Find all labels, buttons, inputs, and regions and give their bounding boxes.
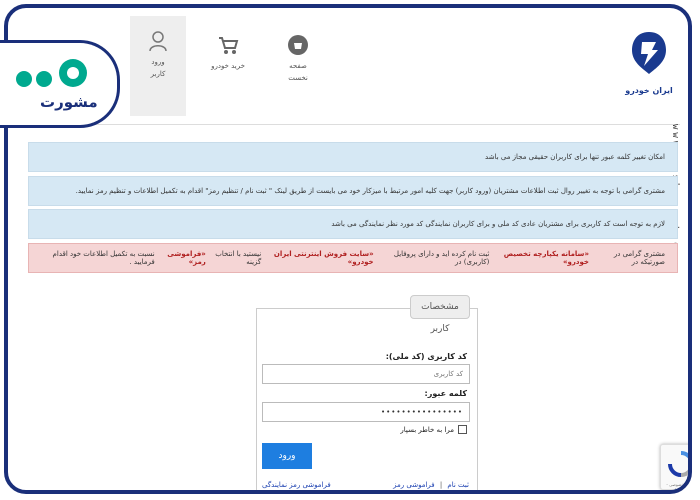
register-link[interactable]: ثبت نام — [447, 481, 469, 489]
alert-bold-1: «سامانه یکپارچه تخصیص خودرو» — [503, 250, 589, 266]
alert-text-3: نیستید با انتخاب گزینه — [215, 250, 262, 266]
mashwerat-logo-icon — [16, 59, 87, 87]
password-input[interactable]: •••••••••••••••• — [262, 402, 470, 422]
remember-me-checkbox[interactable] — [458, 425, 467, 434]
alert-bold-3: «فراموشی رمز» — [167, 250, 206, 266]
iran-khodro-logo[interactable]: ایران خودرو — [624, 28, 674, 95]
nav-home[interactable]: صفحه نخست — [268, 26, 328, 106]
login-button[interactable]: ورود — [262, 443, 312, 469]
forgot-password-link[interactable]: فراموشی رمز — [393, 481, 434, 489]
nav-user-sublabel: کاربر — [150, 70, 166, 78]
remember-me-label: مرا به خاطر بسپار — [400, 425, 454, 434]
password-label: کلمه عبور: — [424, 389, 467, 398]
home-icon — [288, 35, 308, 55]
header-divider — [18, 124, 680, 125]
account-links: ثبت نام | فراموشی رمز — [393, 481, 469, 489]
nav-user-login[interactable]: ورود کاربر — [130, 16, 186, 116]
recaptcha-footer[interactable]: حریم خصوصی - شرایط — [660, 482, 688, 490]
alert-text-1: مشتری گرامی در صورتیکه در — [613, 250, 665, 266]
agent-forgot-password-link[interactable]: فراموشی رمز نمایندگی — [262, 481, 331, 489]
mashwerat-badge: مشورت — [0, 40, 120, 128]
nav-home-label: صفحه — [289, 62, 307, 70]
notice-password-change: امکان تغییر کلمه عبور تنها برای کاربران … — [28, 142, 678, 172]
nav-user-label: ورود — [151, 58, 165, 66]
login-panel: مشخصات کاربر کد کاربری (کد ملی): کلمه عب… — [256, 295, 478, 490]
mashwerat-brand-text: مشورت — [40, 93, 98, 111]
nav-buy-car-label: خرید خودرو — [211, 62, 245, 70]
link-separator: | — [439, 481, 443, 489]
username-input[interactable] — [262, 364, 470, 384]
login-panel-title: مشخصات کاربر — [410, 295, 470, 334]
nav-buy-car[interactable]: خرید خودرو — [198, 26, 258, 106]
remember-me[interactable]: مرا به خاطر بسپار — [400, 425, 467, 434]
alert-text-2: ثبت نام کرده اید و دارای پروفایل (کاربری… — [393, 250, 490, 266]
cart-icon — [219, 37, 239, 54]
username-label: کد کاربری (کد ملی): — [385, 352, 467, 361]
alert-bold-2: «سایت فروش اینترنتی ایران خودرو» — [273, 250, 374, 266]
nav-home-sublabel: نخست — [288, 74, 308, 82]
notice-registration: مشتری گرامی با توجه به تغییر روال ثبت اط… — [28, 176, 678, 206]
alert-integrated-system: مشتری گرامی در صورتیکه در «سامانه یکپارچ… — [28, 243, 678, 273]
recaptcha-icon — [668, 451, 688, 477]
notice-user-code: لازم به توجه است کد کاربری برای مشتریان … — [28, 209, 678, 239]
alert-text-4: نسبت به تکمیل اطلاعات خود اقدام فرمایید … — [52, 250, 155, 266]
user-icon — [149, 31, 167, 52]
logo-text: ایران خودرو — [625, 86, 673, 95]
